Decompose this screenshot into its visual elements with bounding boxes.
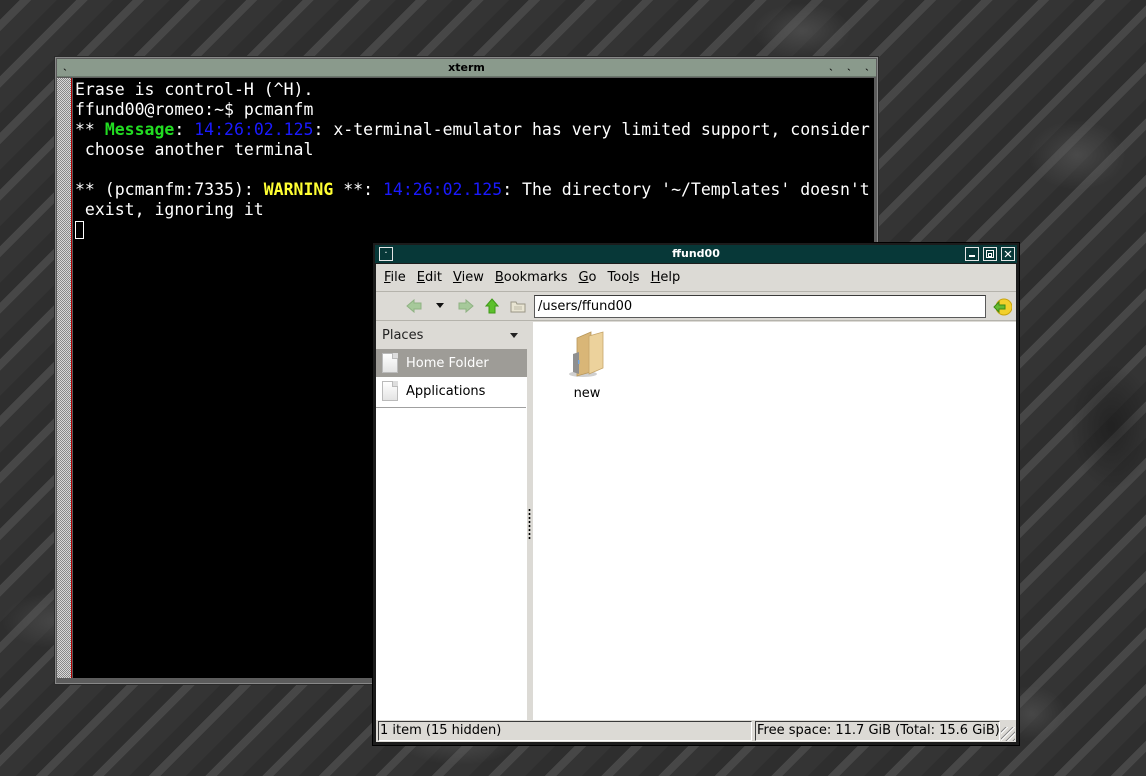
maximize-icon[interactable]: ˎ (847, 59, 852, 73)
menu-label-part: elp (660, 270, 681, 285)
terminal-text: WARNING (263, 180, 334, 199)
menu-accelerator: E (416, 270, 425, 285)
sidebar-item-home-folder[interactable]: Home Folder (376, 349, 527, 377)
maximize-icon (986, 250, 994, 258)
terminal-text: **: (333, 180, 383, 199)
terminal-text: : The directory '~/Templates' doesn't (502, 180, 870, 199)
document-icon (382, 353, 398, 373)
menu-bookmarks[interactable]: Bookmarks (495, 270, 568, 285)
menu-label-part: ile (390, 270, 406, 285)
fm-title: ffund00 (672, 247, 720, 260)
chevron-down-icon (436, 303, 444, 308)
go-arrow-icon (993, 298, 1013, 316)
menu-accelerator: H (650, 270, 661, 285)
menu-bar: File Edit View Bookmarks Go Tools Help (376, 264, 1016, 291)
folder-icon (510, 301, 526, 313)
forward-arrow-icon (458, 299, 474, 313)
document-icon (382, 381, 398, 401)
menu-view[interactable]: View (453, 270, 484, 285)
sidebar-item-label: Applications (406, 383, 486, 399)
menu-label-part: s (632, 270, 640, 285)
menu-accelerator: B (494, 270, 504, 285)
forward-button[interactable] (456, 296, 476, 316)
places-label: Places (382, 328, 424, 343)
xterm-scrollbar[interactable] (57, 78, 72, 678)
menu-accelerator: V (452, 270, 462, 285)
go-button[interactable] (992, 297, 1013, 317)
terminal-text: : (174, 120, 195, 139)
file-item-new[interactable]: new (557, 328, 617, 401)
menu-label-part: ookmarks (503, 270, 568, 285)
resize-grip[interactable] (1001, 727, 1015, 741)
menu-tools[interactable]: Tools (608, 270, 640, 285)
up-button[interactable] (482, 296, 502, 316)
back-button[interactable] (404, 296, 424, 316)
terminal-text: Message (104, 120, 175, 139)
terminal-text: ** (75, 120, 105, 139)
xterm-titlebar[interactable]: ˎ xterm ˎ ˎ ˎ (57, 59, 876, 77)
back-arrow-icon (406, 299, 422, 313)
xterm-title: xterm (448, 61, 485, 74)
terminal-text: 14:26:02.125 (382, 180, 503, 199)
menu-edit[interactable]: Edit (417, 270, 442, 285)
terminal-text: ** (pcmanfm:7335): (75, 180, 264, 199)
terminal-line: ffund00@romeo:~$ pcmanfm (75, 100, 874, 120)
terminal-text: choose another terminal (75, 140, 314, 159)
file-manager-window[interactable]: · ffund00 File Edit View Bookmarks Go Tools He… (372, 242, 1020, 746)
menu-help[interactable]: Help (651, 270, 681, 285)
menu-go[interactable]: Go (578, 270, 596, 285)
minimize-icon[interactable]: ˎ (829, 59, 834, 73)
window-menu-icon[interactable]: · (379, 247, 393, 261)
folder-icon (569, 331, 604, 377)
places-sidebar: Places Home Folder Applications (376, 322, 527, 720)
terminal-text: exist, ignoring it (75, 200, 264, 219)
terminal-text: : x-terminal-emulator has very limited s… (313, 120, 870, 139)
sidebar-divider (376, 407, 526, 408)
status-item-count: 1 item (15 hidden) (378, 721, 752, 741)
up-arrow-icon (485, 298, 499, 314)
terminal-cursor (75, 221, 84, 239)
menu-accelerator: G (578, 270, 589, 285)
menu-file[interactable]: File (384, 270, 406, 285)
minimize-icon (969, 255, 975, 257)
status-bar: 1 item (15 hidden) Free space: 11.7 GiB … (376, 720, 1016, 742)
window-menu-icon[interactable]: ˎ (63, 59, 68, 73)
file-view[interactable]: new (533, 322, 1016, 720)
fm-titlebar[interactable]: · ffund00 (375, 245, 1017, 263)
terminal-line: ** Message: 14:26:02.125: x-terminal-emu… (75, 120, 874, 140)
terminal-text: 14:26:02.125 (194, 120, 314, 139)
home-button[interactable] (508, 296, 528, 316)
close-icon[interactable]: ˎ (865, 59, 870, 73)
terminal-line: choose another terminal (75, 140, 874, 160)
menu-label-part: o (588, 270, 597, 285)
terminal-text: ffund00@romeo:~$ pcmanfm (75, 100, 314, 119)
toolbar: /users/ffund00 (376, 291, 1016, 321)
terminal-line: ** (pcmanfm:7335): WARNING **: 14:26:02.… (75, 180, 874, 200)
status-free-space: Free space: 11.7 GiB (Total: 15.6 GiB) (755, 721, 1000, 741)
address-bar-input[interactable]: /users/ffund00 (534, 295, 986, 318)
places-header[interactable]: Places (376, 322, 527, 349)
sidebar-item-label: Home Folder (406, 355, 489, 371)
minimize-button[interactable] (965, 247, 979, 261)
history-dropdown-button[interactable] (430, 296, 450, 316)
menu-label-part: Too (607, 270, 630, 285)
terminal-prompt-line (75, 220, 874, 240)
chevron-down-icon (510, 332, 518, 338)
menu-label-part: iew (461, 270, 484, 285)
close-icon (1004, 250, 1012, 258)
menu-label-part: dit (425, 270, 442, 285)
maximize-button[interactable] (983, 247, 997, 261)
terminal-line: Erase is control-H (^H). (75, 80, 874, 100)
sidebar-item-applications[interactable]: Applications (376, 377, 527, 405)
close-button[interactable] (1001, 247, 1015, 261)
terminal-text: Erase is control-H (^H). (75, 80, 314, 99)
file-name: new (573, 386, 601, 401)
terminal-line: exist, ignoring it (75, 200, 874, 220)
